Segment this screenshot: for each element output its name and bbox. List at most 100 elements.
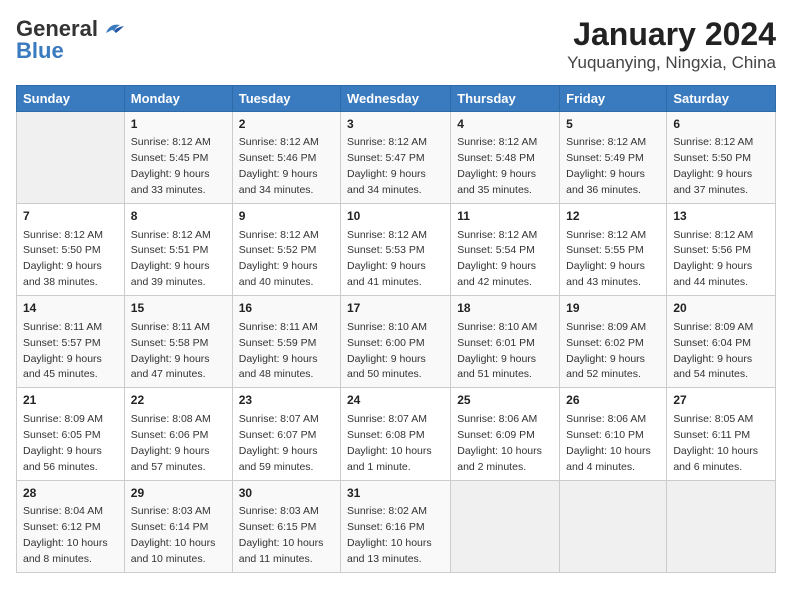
- day-number: 9: [239, 208, 334, 225]
- day-info: Sunrise: 8:12 AM Sunset: 5:56 PM Dayligh…: [673, 229, 753, 289]
- day-info: Sunrise: 8:07 AM Sunset: 6:08 PM Dayligh…: [347, 413, 432, 473]
- calendar-week-row: 7 Sunrise: 8:12 AM Sunset: 5:50 PM Daylig…: [17, 204, 776, 296]
- table-row: 14 Sunrise: 8:11 AM Sunset: 5:57 PM Dayli…: [17, 296, 125, 388]
- day-number: 12: [566, 208, 660, 225]
- day-info: Sunrise: 8:07 AM Sunset: 6:07 PM Dayligh…: [239, 413, 319, 473]
- day-number: 5: [566, 116, 660, 133]
- day-info: Sunrise: 8:12 AM Sunset: 5:46 PM Dayligh…: [239, 136, 319, 196]
- table-row: [17, 112, 125, 204]
- calendar-table: Sunday Monday Tuesday Wednesday Thursday…: [16, 85, 776, 573]
- day-number: 22: [131, 392, 226, 409]
- table-row: 8Sunrise: 8:12 AM Sunset: 5:51 PM Daylig…: [124, 204, 232, 296]
- page-title: January 2024: [567, 16, 776, 53]
- col-friday: Friday: [560, 86, 667, 112]
- day-info: Sunrise: 8:12 AM Sunset: 5:52 PM Dayligh…: [239, 229, 319, 289]
- day-number: 3: [347, 116, 444, 133]
- day-info: Sunrise: 8:04 AM Sunset: 6:12 PM Dayligh…: [23, 505, 108, 565]
- table-row: 30Sunrise: 8:03 AM Sunset: 6:15 PM Dayli…: [232, 480, 340, 572]
- table-row: 5 Sunrise: 8:12 AM Sunset: 5:49 PM Daylig…: [560, 112, 667, 204]
- day-number: 30: [239, 485, 334, 502]
- day-number: 28: [23, 485, 118, 502]
- day-info: Sunrise: 8:12 AM Sunset: 5:47 PM Dayligh…: [347, 136, 427, 196]
- table-row: 7 Sunrise: 8:12 AM Sunset: 5:50 PM Daylig…: [17, 204, 125, 296]
- day-info: Sunrise: 8:11 AM Sunset: 5:57 PM Dayligh…: [23, 321, 102, 381]
- day-info: Sunrise: 8:09 AM Sunset: 6:02 PM Dayligh…: [566, 321, 646, 381]
- table-row: 6 Sunrise: 8:12 AM Sunset: 5:50 PM Daylig…: [667, 112, 776, 204]
- day-info: Sunrise: 8:12 AM Sunset: 5:50 PM Dayligh…: [673, 136, 753, 196]
- table-row: 26 Sunrise: 8:06 AM Sunset: 6:10 PM Dayli…: [560, 388, 667, 480]
- table-row: 2 Sunrise: 8:12 AM Sunset: 5:46 PM Daylig…: [232, 112, 340, 204]
- table-row: 9 Sunrise: 8:12 AM Sunset: 5:52 PM Daylig…: [232, 204, 340, 296]
- day-number: 29: [131, 485, 226, 502]
- day-number: 20: [673, 300, 769, 317]
- day-number: 31: [347, 485, 444, 502]
- day-info: Sunrise: 8:09 AM Sunset: 6:05 PM Dayligh…: [23, 413, 103, 473]
- day-info: Sunrise: 8:06 AM Sunset: 6:10 PM Dayligh…: [566, 413, 651, 473]
- table-row: [451, 480, 560, 572]
- table-row: [560, 480, 667, 572]
- table-row: 24 Sunrise: 8:07 AM Sunset: 6:08 PM Dayli…: [341, 388, 451, 480]
- day-info: Sunrise: 8:12 AM Sunset: 5:54 PM Dayligh…: [457, 229, 537, 289]
- day-number: 18: [457, 300, 553, 317]
- table-row: 10Sunrise: 8:12 AM Sunset: 5:53 PM Dayli…: [341, 204, 451, 296]
- day-info: Sunrise: 8:05 AM Sunset: 6:11 PM Dayligh…: [673, 413, 758, 473]
- day-info: Sunrise: 8:06 AM Sunset: 6:09 PM Dayligh…: [457, 413, 542, 473]
- calendar-week-row: 1Sunrise: 8:12 AM Sunset: 5:45 PM Daylig…: [17, 112, 776, 204]
- day-info: Sunrise: 8:12 AM Sunset: 5:48 PM Dayligh…: [457, 136, 537, 196]
- day-number: 13: [673, 208, 769, 225]
- table-row: 17 Sunrise: 8:10 AM Sunset: 6:00 PM Dayli…: [341, 296, 451, 388]
- day-number: 11: [457, 208, 553, 225]
- day-number: 6: [673, 116, 769, 133]
- day-number: 27: [673, 392, 769, 409]
- table-row: 19 Sunrise: 8:09 AM Sunset: 6:02 PM Dayli…: [560, 296, 667, 388]
- day-info: Sunrise: 8:03 AM Sunset: 6:14 PM Dayligh…: [131, 505, 216, 565]
- table-row: 21 Sunrise: 8:09 AM Sunset: 6:05 PM Dayli…: [17, 388, 125, 480]
- day-info: Sunrise: 8:11 AM Sunset: 5:58 PM Dayligh…: [131, 321, 210, 381]
- day-number: 15: [131, 300, 226, 317]
- calendar-week-row: 28 Sunrise: 8:04 AM Sunset: 6:12 PM Dayli…: [17, 480, 776, 572]
- table-row: 20 Sunrise: 8:09 AM Sunset: 6:04 PM Dayli…: [667, 296, 776, 388]
- day-number: 23: [239, 392, 334, 409]
- day-number: 2: [239, 116, 334, 133]
- day-number: 7: [23, 208, 118, 225]
- table-row: 31Sunrise: 8:02 AM Sunset: 6:16 PM Dayli…: [341, 480, 451, 572]
- table-row: 23 Sunrise: 8:07 AM Sunset: 6:07 PM Dayli…: [232, 388, 340, 480]
- day-number: 25: [457, 392, 553, 409]
- logo-bird-icon: [102, 21, 124, 37]
- day-number: 16: [239, 300, 334, 317]
- day-number: 21: [23, 392, 118, 409]
- day-info: Sunrise: 8:10 AM Sunset: 6:00 PM Dayligh…: [347, 321, 427, 381]
- day-number: 24: [347, 392, 444, 409]
- calendar-week-row: 21 Sunrise: 8:09 AM Sunset: 6:05 PM Dayli…: [17, 388, 776, 480]
- day-number: 26: [566, 392, 660, 409]
- col-tuesday: Tuesday: [232, 86, 340, 112]
- page-subtitle: Yuquanying, Ningxia, China: [567, 53, 776, 73]
- day-number: 19: [566, 300, 660, 317]
- day-info: Sunrise: 8:09 AM Sunset: 6:04 PM Dayligh…: [673, 321, 753, 381]
- day-number: 8: [131, 208, 226, 225]
- table-row: 15 Sunrise: 8:11 AM Sunset: 5:58 PM Dayli…: [124, 296, 232, 388]
- day-number: 1: [131, 116, 226, 133]
- table-row: 25 Sunrise: 8:06 AM Sunset: 6:09 PM Dayli…: [451, 388, 560, 480]
- table-row: 28 Sunrise: 8:04 AM Sunset: 6:12 PM Dayli…: [17, 480, 125, 572]
- title-block: January 2024 Yuquanying, Ningxia, China: [567, 16, 776, 73]
- table-row: 3 Sunrise: 8:12 AM Sunset: 5:47 PM Daylig…: [341, 112, 451, 204]
- logo-blue: Blue: [16, 38, 64, 64]
- day-info: Sunrise: 8:10 AM Sunset: 6:01 PM Dayligh…: [457, 321, 537, 381]
- col-wednesday: Wednesday: [341, 86, 451, 112]
- col-saturday: Saturday: [667, 86, 776, 112]
- day-number: 14: [23, 300, 118, 317]
- day-info: Sunrise: 8:08 AM Sunset: 6:06 PM Dayligh…: [131, 413, 211, 473]
- day-info: Sunrise: 8:11 AM Sunset: 5:59 PM Dayligh…: [239, 321, 318, 381]
- col-sunday: Sunday: [17, 86, 125, 112]
- day-number: 4: [457, 116, 553, 133]
- table-row: 11 Sunrise: 8:12 AM Sunset: 5:54 PM Dayli…: [451, 204, 560, 296]
- calendar-week-row: 14 Sunrise: 8:11 AM Sunset: 5:57 PM Dayli…: [17, 296, 776, 388]
- day-info: Sunrise: 8:12 AM Sunset: 5:49 PM Dayligh…: [566, 136, 646, 196]
- day-info: Sunrise: 8:12 AM Sunset: 5:53 PM Dayligh…: [347, 229, 427, 289]
- day-number: 17: [347, 300, 444, 317]
- table-row: 27 Sunrise: 8:05 AM Sunset: 6:11 PM Dayli…: [667, 388, 776, 480]
- day-info: Sunrise: 8:12 AM Sunset: 5:50 PM Dayligh…: [23, 229, 103, 289]
- logo: General Blue: [16, 16, 124, 64]
- table-row: 22 Sunrise: 8:08 AM Sunset: 6:06 PM Dayli…: [124, 388, 232, 480]
